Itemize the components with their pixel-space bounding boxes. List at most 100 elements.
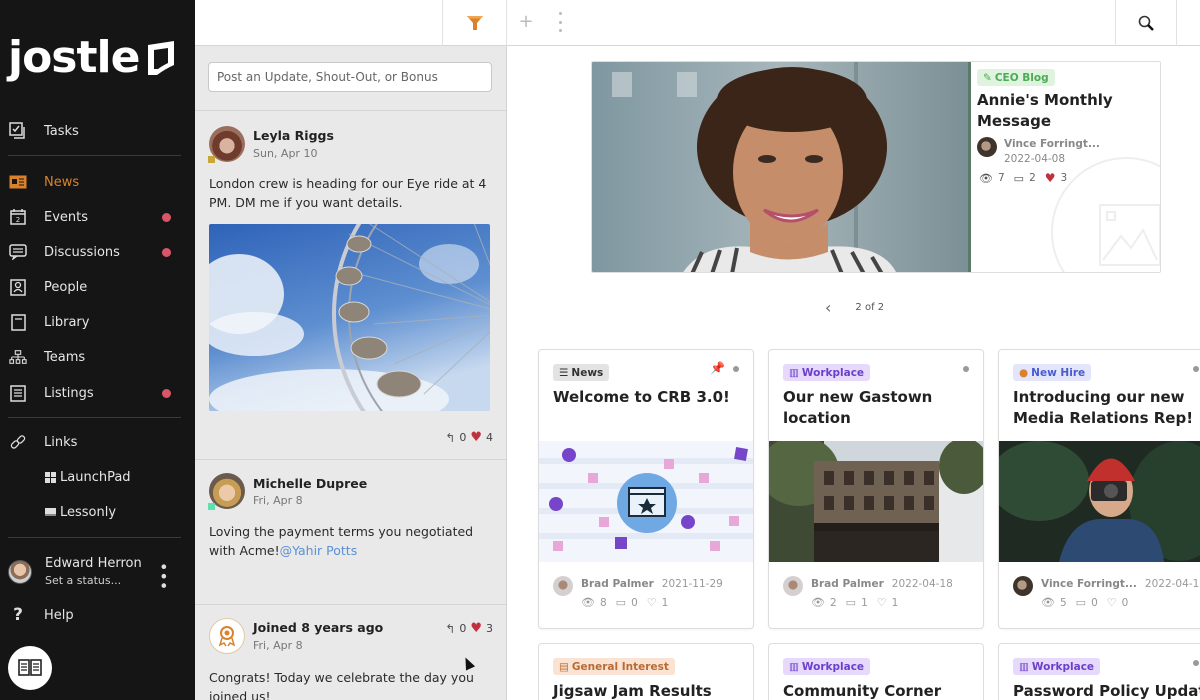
author-name[interactable]: Vince Forringt... [1004,138,1100,150]
sidebar-item-help[interactable]: ? Help [0,600,195,630]
card-date: 2022-04-18 [891,578,953,590]
notification-dot [162,388,171,398]
heart-outline-icon[interactable]: ♡ [647,596,657,609]
sidebar-item-teams[interactable]: Teams [0,342,195,372]
sidebar-item-events[interactable]: 2 Events [0,202,195,232]
badge-label: Workplace [801,366,865,379]
sidebar-link-label: LaunchPad [60,469,131,485]
category-badge[interactable]: ☰ News [553,364,610,381]
status-indicator [208,156,215,163]
card-title[interactable]: Introducing our new Media Relations Rep! [1013,387,1200,429]
like-heart-icon[interactable]: ♥ [470,430,482,445]
sidebar-item-people[interactable]: People [0,272,195,302]
like-heart-icon[interactable]: ♥ [470,621,482,636]
news-card[interactable]: ▥ Workplace Password Policy Update [998,643,1200,700]
badge-label: News [571,366,604,379]
news-card[interactable]: ● New Hire Introducing our new Media Rela… [998,349,1200,629]
ceo-blog-icon: ✎ [983,71,992,84]
post-image-london-eye[interactable] [209,224,490,411]
sidebar-item-discussions[interactable]: Discussions [0,237,195,267]
card-title[interactable]: Password Policy Update [1013,681,1200,700]
views-eye-icon: 👁 [979,171,993,185]
card-title[interactable]: Jigsaw Jam Results [553,681,748,700]
category-badge[interactable]: ▤ General Interest [553,658,675,675]
author-name[interactable]: Brad Palmer 2022-04-18 [811,578,953,590]
category-badge[interactable]: ✎ CEO Blog [977,69,1055,86]
card-date: 2021-11-29 [661,578,723,590]
featured-article-info: ✎ CEO Blog Annie's Monthly Message Vince … [968,62,1160,272]
views-eye-icon: 👁 [1041,596,1055,609]
author-name-text: Brad Palmer [811,578,884,590]
user-avatar[interactable] [8,560,32,584]
open-book-icon [18,659,42,676]
comment-icon: ▭ [615,596,627,609]
card-title[interactable]: Welcome to CRB 3.0! [553,387,748,408]
top-bar: + [195,0,1200,46]
notification-dot [162,212,171,222]
sidebar-item-label: Teams [44,349,86,365]
jostle-logo[interactable]: jostle [8,32,177,84]
category-badge[interactable]: ▥ Workplace [783,364,871,381]
sidebar-item-label: Links [44,434,78,450]
heart-outline-icon[interactable]: ♡ [1107,596,1117,609]
news-card[interactable]: ▤ General Interest Jigsaw Jam Results [538,643,754,700]
sidebar-link-launchpad[interactable]: LaunchPad [0,462,195,492]
author-name[interactable]: Brad Palmer 2021-11-29 [581,578,723,590]
author-name[interactable]: Vince Forringt... 2022-04-17 [1041,578,1200,590]
unread-dot [1193,366,1199,372]
user-profile[interactable]: Edward Herron Set a status... ••• [0,552,195,592]
post-update-input[interactable] [208,62,492,92]
pin-icon[interactable]: 📌 [710,361,725,375]
article-stats: 👁 7 ▭ 2 ♥ 3 [979,171,1067,185]
sidebar-item-label: Events [44,209,89,225]
chevron-left-icon[interactable]: ‹ [825,298,831,317]
category-badge[interactable]: ● New Hire [1013,364,1092,381]
card-stats: 👁 5 ▭ 0 ♡ 0 [1041,596,1128,609]
heart-outline-icon[interactable]: ♡ [877,596,887,609]
people-icon [9,278,27,296]
news-card[interactable]: ☰ News 📌 Welcome to CRB 3.0! Brad Palmer 2… [538,349,754,629]
sidebar-link-lessonly[interactable]: Lessonly [0,497,195,527]
reply-icon[interactable]: ↰ [445,431,455,445]
news-card[interactable]: ▥ Workplace Our new Gastown location Brad… [768,349,984,629]
news-card[interactable]: ▥ Workplace Community Corner [768,643,984,700]
like-heart-icon[interactable]: ♥ [1045,171,1056,185]
author-name[interactable]: Michelle Dupree [253,476,367,491]
badge-label: General Interest [571,660,669,673]
status-indicator [208,503,215,510]
featured-article-title[interactable]: Annie's Monthly Message [977,90,1157,132]
more-options-button[interactable] [555,12,565,32]
reply-icon[interactable]: ↰ [445,622,455,636]
featured-article[interactable]: ✎ CEO Blog Annie's Monthly Message Vince … [591,61,1161,273]
mention-link[interactable]: @Yahir Potts [280,543,358,558]
reader-fab-button[interactable] [8,646,52,690]
sidebar-item-news[interactable]: News [0,167,195,197]
author-avatar[interactable] [783,576,803,596]
add-button[interactable]: + [517,13,535,31]
sidebar-item-library[interactable]: Library [0,307,195,337]
user-menu-kebab-icon[interactable]: ••• [154,562,173,590]
set-status-link[interactable]: Set a status... [45,574,121,587]
user-name: Edward Herron [45,556,142,571]
author-name[interactable]: Leyla Riggs [253,128,334,143]
news-icon: ☰ [559,366,569,379]
card-title[interactable]: Our new Gastown location [783,387,978,429]
sidebar-item-tasks[interactable]: Tasks [0,116,195,146]
card-title[interactable]: Community Corner [783,681,978,700]
post-actions: ↰ 0 ♥ 4 [445,430,493,445]
filter-button[interactable] [442,0,507,46]
category-badge[interactable]: ▥ Workplace [783,658,871,675]
author-avatar[interactable] [553,576,573,596]
sidebar-item-listings[interactable]: Listings [0,378,195,408]
author-avatar[interactable] [1013,576,1033,596]
search-button[interactable] [1115,0,1177,46]
category-badge[interactable]: ▥ Workplace [1013,658,1101,675]
author-avatar[interactable] [977,137,997,157]
link-icon [9,433,27,451]
workplace-icon: ▥ [789,366,799,379]
sidebar-item-links[interactable]: Links [0,427,195,457]
new-hire-icon: ● [1019,366,1029,379]
post-text: Congrats! Today we celebrate the day you… [209,670,474,700]
plus-icon: + [518,11,534,32]
tasks-icon [9,122,27,140]
